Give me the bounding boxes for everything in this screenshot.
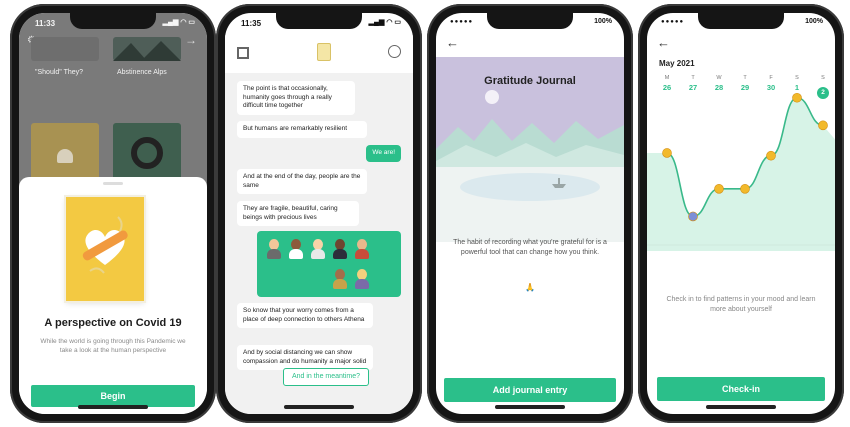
notch	[276, 13, 362, 29]
profile-avatar-icon[interactable]	[388, 45, 401, 58]
library-background: ⚙ → "Should" They? Abstinence Alps	[19, 13, 207, 189]
person-emoji	[311, 239, 325, 259]
journal-description: The habit of recording what you're grate…	[453, 239, 607, 256]
notch	[698, 13, 784, 29]
signal-dots: ●●●●●	[661, 19, 685, 25]
home-indicator	[78, 405, 148, 409]
diverse-people-emoji-card	[257, 231, 401, 297]
mood-emoji-icon[interactable]	[688, 211, 698, 222]
signal-dots: ●●●●●	[450, 19, 474, 25]
bot-message: They are fragile, beautiful, caring bein…	[237, 201, 359, 226]
screen-content-library: 11:33 ▂▄▆ ◠ ▭ ⚙ → "Should" They? Abstine…	[19, 13, 207, 414]
bottom-sheet: A perspective on Covid 19 While the worl…	[19, 177, 207, 414]
status-icons: ▂▄▆ ◠ ▭	[162, 19, 195, 26]
screen-chat: 11:35 ▂▄▆ ◠ ▭ The point is that occasion…	[225, 13, 413, 414]
heart-bandage-icon	[82, 216, 128, 274]
praying-hands-icon: 🙏	[525, 283, 535, 292]
home-indicator	[706, 405, 776, 409]
person-emoji	[355, 269, 369, 289]
user-message: We are!	[366, 145, 401, 162]
phone-frame-1: 11:33 ▂▄▆ ◠ ▭ ⚙ → "Should" They? Abstine…	[10, 4, 216, 423]
home-indicator	[284, 405, 354, 409]
mood-emoji-icon[interactable]	[740, 184, 750, 194]
mood-emoji-icon[interactable]	[766, 150, 776, 161]
reply-option-button[interactable]: And in the meantime?	[283, 368, 369, 386]
status-time: 11:35	[241, 19, 262, 28]
card-label: "Should" They?	[35, 69, 84, 76]
back-arrow-icon[interactable]: ←	[446, 35, 459, 50]
month-label: May 2021	[659, 59, 695, 68]
arrow-right-icon[interactable]: →	[185, 33, 197, 47]
bot-message: So know that your worry comes from a pla…	[237, 303, 373, 328]
bot-message: But humans are remarkably resilient	[237, 121, 367, 138]
content-description: While the world is going through this Pa…	[40, 338, 186, 354]
library-card-graphic[interactable]	[113, 123, 181, 183]
person-emoji	[333, 269, 347, 289]
library-card-should-they[interactable]	[31, 37, 99, 61]
abstract-icon	[131, 137, 163, 169]
bot-message: And at the end of the day, people are th…	[237, 169, 367, 194]
notch	[70, 13, 156, 29]
mountain-illustration	[113, 41, 181, 61]
back-arrow-icon[interactable]: ←	[657, 35, 670, 50]
add-journal-entry-button[interactable]: Add journal entry	[444, 378, 616, 402]
mood-area	[647, 97, 835, 251]
screen-gratitude-journal: ●●●●● 100% ← Gratitude Journal The habit…	[436, 13, 624, 414]
notch	[487, 13, 573, 29]
mood-emoji-icon[interactable]	[714, 184, 724, 194]
person-emoji	[289, 239, 303, 259]
content-title: A perspective on Covid 19	[44, 317, 182, 329]
library-card-heart[interactable]	[31, 123, 99, 183]
phone-frame-4: ●●●●● 100% ← May 2021 M 26 T 27 W 28 T 29 F 30 S 1 S…	[638, 4, 844, 423]
mood-emoji-icon[interactable]	[792, 92, 802, 103]
bot-message: The point is that occasionally, humanity…	[237, 81, 355, 115]
sheet-handle[interactable]	[103, 182, 123, 185]
home-indicator	[495, 405, 565, 409]
person-emoji	[267, 239, 281, 259]
layout-grid-icon[interactable]	[237, 47, 249, 59]
person-emoji	[355, 239, 369, 259]
card-label: Abstinence Alps	[117, 69, 167, 76]
status-time: 11:33	[35, 19, 56, 28]
status-icons: ▂▄▆ ◠ ▭	[368, 19, 401, 26]
check-in-button[interactable]: Check-in	[657, 377, 825, 401]
journal-title: Gratitude Journal	[484, 75, 576, 87]
mood-emoji-icon[interactable]	[818, 120, 828, 131]
mood-emoji-icon[interactable]	[662, 148, 672, 158]
person-emoji	[333, 239, 347, 259]
phone-frame-3: ●●●●● 100% ← Gratitude Journal The habit…	[427, 4, 633, 423]
battery-status: 100%	[594, 18, 612, 25]
heart-icon	[57, 149, 73, 163]
mood-chart	[647, 92, 835, 251]
phone-frame-2: 11:35 ▂▄▆ ◠ ▭ The point is that occasion…	[216, 4, 422, 423]
chat-thread: The point is that occasionally, humanity…	[225, 73, 413, 414]
screen-mood-tracker: ●●●●● 100% ← May 2021 M 26 T 27 W 28 T 29 F 30 S 1 S…	[647, 13, 835, 414]
checkin-description: Check in to find patterns in your mood a…	[666, 296, 816, 313]
begin-button[interactable]: Begin	[31, 385, 195, 407]
covid-poster-illustration	[66, 197, 144, 301]
library-card-abstinence-alps[interactable]	[113, 37, 181, 61]
battery-status: 100%	[805, 18, 823, 25]
bot-message: And by social distancing we can show com…	[237, 345, 373, 370]
bot-avatar-icon	[317, 43, 331, 61]
chat-header	[225, 35, 413, 73]
